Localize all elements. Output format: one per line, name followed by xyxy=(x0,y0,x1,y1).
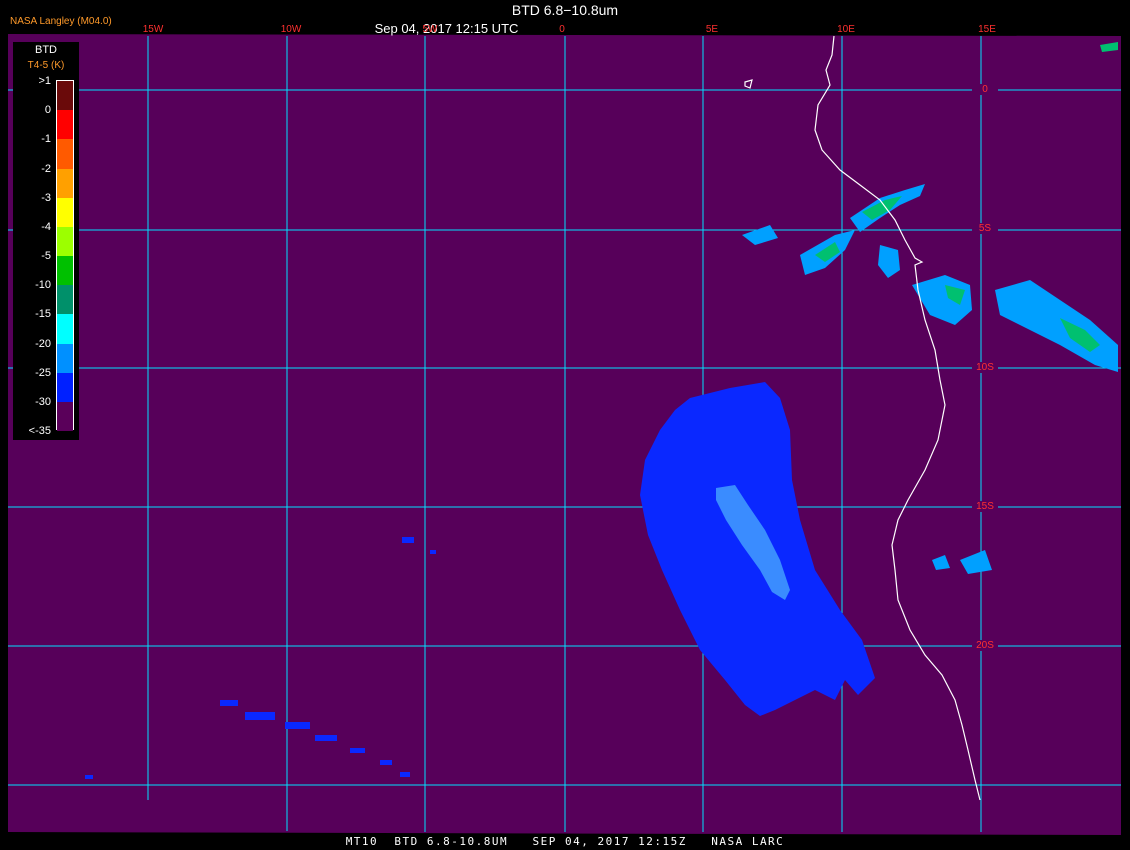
legend-swatch xyxy=(57,314,73,344)
legend-swatch xyxy=(57,226,73,257)
legend-swatch xyxy=(57,197,73,228)
legend-tick-label: -2 xyxy=(41,162,51,175)
legend-tick-label: -20 xyxy=(35,337,51,350)
footer-caption: MT10 BTD 6.8-10.8UM SEP 04, 2017 12:15Z … xyxy=(345,835,785,848)
legend-tick-label: -4 xyxy=(41,220,51,233)
lon-label: 15W xyxy=(142,24,164,35)
lat-label: 5S xyxy=(972,223,998,234)
lon-label: 0 xyxy=(559,24,565,35)
legend-tick-label: 0 xyxy=(44,104,51,117)
legend-swatch xyxy=(57,401,73,432)
legend-swatch xyxy=(57,110,73,140)
legend-tick-label: <-35 xyxy=(28,425,51,437)
lon-label: 10E xyxy=(837,24,855,35)
lon-label: 15E xyxy=(978,24,996,35)
legend-swatch xyxy=(57,256,73,286)
lat-label: 0 xyxy=(972,84,998,95)
lat-label: 10S xyxy=(972,362,998,373)
legend-subtitle: T4-5 (K) xyxy=(27,60,65,71)
legend-color-bar xyxy=(56,80,74,432)
lon-label: 5W xyxy=(422,24,438,35)
legend-tick-label: -15 xyxy=(35,308,51,321)
lon-label: 5E xyxy=(705,24,719,35)
map-datetime: Sep 04, 2017 12:15 UTC xyxy=(374,21,519,36)
legend-swatch xyxy=(57,168,73,199)
legend-tick-label: -5 xyxy=(41,250,51,262)
legend-tick-label: -30 xyxy=(35,395,51,408)
legend-tick-label: -3 xyxy=(41,191,51,204)
color-legend: BTD T4-5 (K) >1 0 -1 -2 -3 -4 -5 -10 -15 -20 -25 -3… xyxy=(13,42,79,440)
lat-label: 15S xyxy=(972,501,998,512)
map-title: BTD 6.8−10.8um xyxy=(511,2,619,18)
legend-swatch xyxy=(57,285,73,315)
legend-swatch xyxy=(57,81,73,111)
lat-label: 20S xyxy=(972,640,998,651)
lon-label: 10W xyxy=(280,24,302,35)
legend-tick-label: -1 xyxy=(41,133,51,146)
legend-tick-label: -10 xyxy=(35,279,51,292)
legend-tick-label: >1 xyxy=(38,75,51,87)
legend-swatch xyxy=(57,343,73,374)
legend-swatch xyxy=(57,139,73,169)
legend-tick-label: -25 xyxy=(35,366,51,379)
legend-swatch xyxy=(57,372,73,403)
satellite-map xyxy=(0,0,1130,850)
legend-title: BTD xyxy=(35,44,57,56)
